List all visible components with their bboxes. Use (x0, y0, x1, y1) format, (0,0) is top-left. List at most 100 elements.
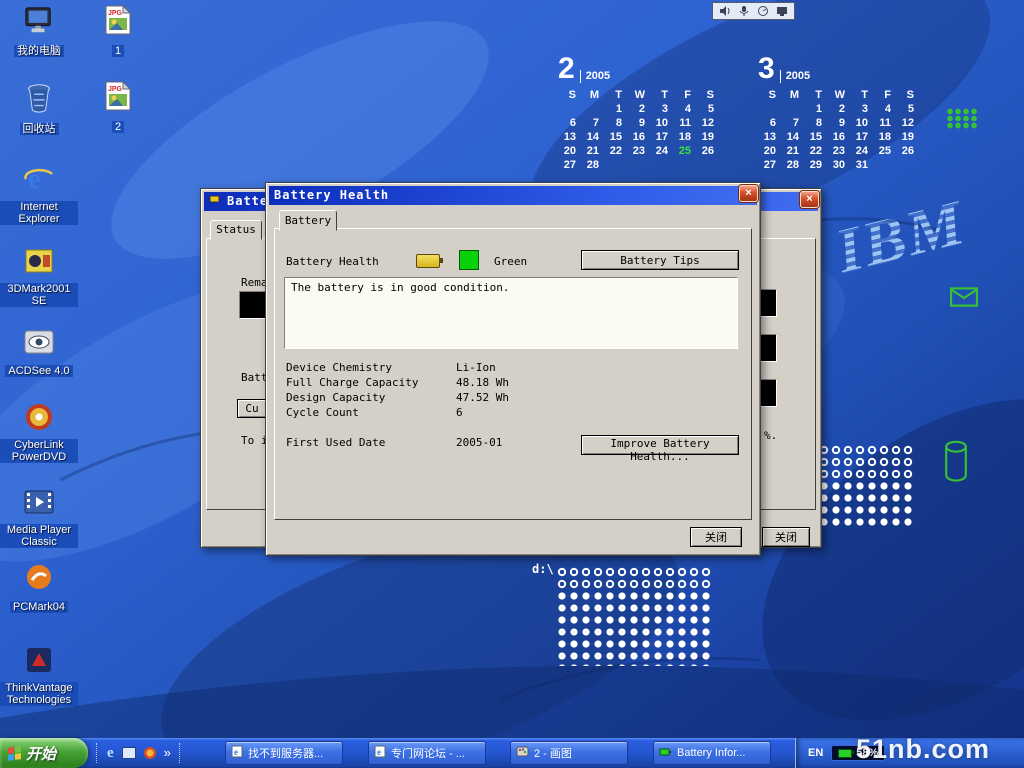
calendar-date (896, 158, 919, 172)
desktop-icon-powerdvd[interactable]: CyberLink PowerDVD (0, 402, 78, 465)
desktop-icon-recycle-bin[interactable]: 回收站 (0, 82, 78, 137)
calendar-date (873, 158, 896, 172)
calendar-date: 2 (827, 102, 850, 116)
task-label: Battery Infor... (677, 747, 745, 759)
field-value: Li-Ion (456, 361, 496, 374)
show-desktop-icon[interactable] (122, 747, 136, 759)
taskbar-task-battery-information[interactable]: Battery Infor... (653, 741, 771, 765)
calendar-date: 11 (673, 116, 696, 130)
calendar-day-header: S (696, 88, 719, 102)
calendar-date: 10 (650, 116, 673, 130)
desktop-icon-acdsee[interactable]: ACDSee 4.0 (0, 328, 78, 379)
close-icon[interactable] (739, 185, 758, 202)
calendar-date: 18 (873, 130, 896, 144)
calendar-month: 3 (758, 55, 775, 83)
drive-label: d:\ (532, 562, 554, 576)
battery-gauge (759, 289, 777, 317)
calendar-date: 17 (850, 130, 873, 144)
calendar-date: 22 (604, 144, 627, 158)
desktop-icon-internet-explorer[interactable]: e Internet Explorer (0, 162, 78, 227)
powerdvd-icon (23, 402, 55, 437)
ie-page-icon: e (374, 745, 386, 761)
calendar-date: 10 (850, 116, 873, 130)
battery-tips-button[interactable]: Battery Tips (581, 250, 739, 270)
recycle-bin-icon (24, 82, 54, 119)
calendar-date: 4 (673, 102, 696, 116)
desktop-icon-3dmark2001[interactable]: 3DMark2001 SE (0, 246, 78, 309)
tab-status[interactable]: Status (210, 220, 262, 240)
ie-page-icon: e (231, 745, 243, 761)
acdsee-icon (23, 328, 55, 361)
display-icon[interactable] (776, 5, 788, 17)
start-button[interactable]: 开始 (0, 738, 88, 768)
calendar-date: 24 (650, 144, 673, 158)
desktop-file-2[interactable]: JPG 2 (92, 80, 144, 135)
close-button[interactable]: 关闭 (762, 527, 810, 547)
start-label: 开始 (26, 743, 56, 764)
language-indicator[interactable]: EN (808, 747, 823, 759)
calendar-date: 27 (558, 158, 581, 172)
calendar-date: 2 (627, 102, 650, 116)
settings-dial-icon[interactable] (757, 5, 769, 17)
calendar-date: 30 (827, 158, 850, 172)
icon-label: Internet Explorer (0, 201, 78, 225)
separator (179, 743, 182, 763)
ie-quicklaunch-icon[interactable]: e (107, 745, 114, 762)
desktop-file-1[interactable]: JPG 1 (92, 4, 144, 59)
calendar-date: 23 (827, 144, 850, 158)
microphone-icon[interactable] (738, 5, 750, 17)
calendar-date: 5 (896, 102, 919, 116)
battery-gauge (759, 379, 777, 407)
icon-label: 回收站 (20, 123, 59, 135)
dot-pattern (556, 566, 712, 590)
battery-health-dialog[interactable]: Battery Health Battery Battery Health Gr… (265, 182, 761, 556)
icon-label: 我的电脑 (14, 45, 64, 57)
field-label: Design Capacity (286, 391, 385, 404)
media-player-quicklaunch-icon[interactable] (144, 747, 156, 759)
close-button[interactable]: 关闭 (690, 527, 742, 547)
icon-label: 3DMark2001 SE (0, 283, 78, 307)
calendar-date: 21 (781, 144, 804, 158)
desktop-icon-pcmark04[interactable]: PCMark04 (0, 562, 78, 615)
battery-icon (416, 254, 440, 268)
condition-textbox[interactable]: The battery is in good condition. (284, 277, 738, 349)
dialog-titlebar[interactable]: Battery Health (269, 186, 757, 205)
taskbar-task-browser-2[interactable]: e 专门网论坛 - ... (368, 741, 486, 765)
calendar-date: 6 (558, 116, 581, 130)
calendar-date: 12 (896, 116, 919, 130)
calendar-date: 7 (781, 116, 804, 130)
calendar-date (627, 158, 650, 172)
cu-button-fragment[interactable]: Cu (237, 399, 267, 418)
desktop-mini-toolbar[interactable] (712, 2, 795, 20)
desktop-icon-media-player-classic[interactable]: Media Player Classic (0, 487, 78, 550)
dialog-title: Battery Health (274, 186, 389, 205)
tab-battery[interactable]: Battery (279, 210, 337, 231)
calendar-date: 19 (696, 130, 719, 144)
icon-label: Media Player Classic (0, 524, 78, 548)
envelope-icon (950, 287, 978, 307)
calendar-date: 13 (558, 130, 581, 144)
windows-flag-icon (8, 746, 21, 761)
taskbar-task-paint[interactable]: 2 - 画图 (510, 741, 628, 765)
calendar-date: 23 (627, 144, 650, 158)
close-icon[interactable] (800, 191, 819, 208)
battery-gauge (759, 334, 777, 362)
desktop-icon-thinkvantage[interactable]: ThinkVantage Technologies (0, 645, 78, 708)
svg-text:e: e (28, 164, 40, 194)
calendar-date: 1 (604, 102, 627, 116)
field-value: 2005-01 (456, 436, 502, 449)
desktop-icon-my-computer[interactable]: 我的电脑 (0, 6, 78, 59)
battery-health-label: Battery Health (286, 255, 379, 268)
health-status-indicator (459, 250, 479, 270)
calendar-date: 5 (696, 102, 719, 116)
percent-label-fragment: %. (764, 429, 777, 442)
volume-icon[interactable] (719, 5, 731, 17)
calendar-february: 2 2005 SMTWTFS12345678910111213141516171… (558, 55, 719, 172)
calendar-date: 27 (758, 158, 781, 172)
taskbar-task-browser-1[interactable]: e 找不到服务器... (225, 741, 343, 765)
chevron-icon[interactable] (164, 744, 171, 762)
calendar-date: 4 (873, 102, 896, 116)
jpg-file-icon: JPG (104, 23, 132, 40)
calendar-date: 7 (581, 116, 604, 130)
improve-battery-health-button[interactable]: Improve Battery Health... (581, 435, 739, 455)
